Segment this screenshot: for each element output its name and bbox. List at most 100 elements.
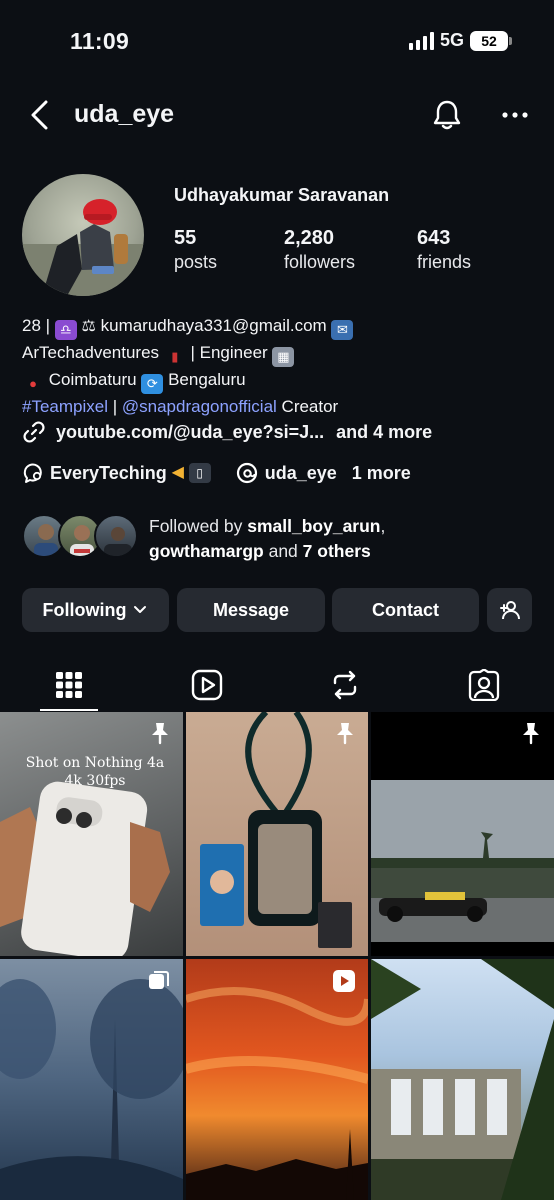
pin-emoji-icon: ●: [29, 376, 37, 391]
bio-profession: | Engineer: [190, 343, 268, 362]
posts-label: posts: [174, 252, 218, 272]
username-title: uda_eye: [74, 100, 175, 128]
post-photo: [0, 781, 170, 956]
tab-tagged[interactable]: [461, 662, 507, 708]
threads-chip[interactable]: uda_eye: [265, 463, 337, 484]
post-tile[interactable]: [371, 712, 554, 956]
bio-line-2: ArTechadventures ▮ | Engineer ▦: [22, 340, 542, 367]
office-building-emoji-icon: ▦: [272, 347, 295, 367]
post-photo: [371, 959, 554, 1200]
status-time: 11:09: [70, 28, 130, 54]
followers-count: 2,280: [284, 227, 335, 249]
post-tile[interactable]: [186, 712, 368, 956]
person-emoji-icon: ▮: [171, 349, 179, 364]
bio-line-4: #Teampixel | @snapdragonofficial Creator: [22, 394, 542, 420]
followed-by-text: Followed by small_boy_arun, gowthamargp …: [149, 514, 385, 564]
post-tile[interactable]: Shot on Nothing 4a 4k 30fps: [0, 712, 183, 956]
external-links[interactable]: youtube.com/@uda_eye?si=J... and 4 more: [22, 420, 432, 444]
community-chat-icon: [23, 463, 42, 483]
suggest-people-button[interactable]: [487, 588, 532, 632]
libra-emoji-icon: ♎: [54, 320, 77, 340]
following-button[interactable]: Following: [22, 588, 169, 632]
more-chips[interactable]: 1 more: [352, 463, 411, 484]
bio-age: 28 |: [22, 316, 51, 335]
followed-by-and: and: [263, 541, 303, 561]
message-button[interactable]: Message: [177, 588, 325, 632]
repeat-emoji-icon: ⟳: [141, 374, 164, 394]
friends-label: friends: [417, 252, 472, 272]
contact-button[interactable]: Contact: [332, 588, 479, 632]
profile-full-name: Udhayakumar Saravanan: [174, 185, 390, 205]
tab-reels[interactable]: [184, 662, 230, 708]
friends-count: 643: [417, 227, 451, 249]
add-person-icon: [499, 601, 520, 620]
message-label: Message: [212, 599, 290, 620]
chevron-down-icon: [134, 606, 147, 613]
status-indicators: 5G 52: [408, 30, 512, 51]
followers-label: followers: [284, 252, 356, 272]
followed-by-separator: ,: [380, 516, 386, 536]
bio-creator: Creator: [276, 397, 339, 416]
more-links[interactable]: and 4 more: [336, 422, 432, 443]
posts-count: 55: [174, 227, 197, 249]
tab-grid[interactable]: [46, 662, 92, 708]
grid-icon: [56, 672, 82, 698]
post-tile[interactable]: [0, 959, 183, 1200]
bio-location-to: Bengaluru: [168, 370, 246, 389]
friends-stat[interactable]: 643 friends: [417, 226, 471, 274]
post-tile[interactable]: [371, 959, 554, 1200]
profile-chips: EveryTeching ◀ ▯ uda_eye 1 more: [22, 461, 411, 485]
post-photo: [186, 987, 368, 1200]
mutual-avatar: [94, 514, 138, 558]
followed-by-prefix: Followed by: [149, 516, 248, 536]
pinned-icon: [337, 723, 353, 745]
primary-link[interactable]: youtube.com/@uda_eye?si=J...: [56, 422, 324, 443]
profile-bio: 28 | ♎ ⚖ kumarudhaya331@gmail.com ✉ ArTe…: [22, 313, 542, 420]
mention-link[interactable]: @snapdragonofficial: [122, 397, 277, 416]
tagged-icon: [468, 669, 500, 701]
pinned-icon: [152, 723, 168, 745]
post-photo: [200, 712, 352, 948]
back-arrow-icon[interactable]: [28, 98, 52, 132]
following-label: Following: [42, 599, 127, 620]
post-photo: [0, 979, 183, 1200]
bio-email[interactable]: kumarudhaya331@gmail.com: [101, 316, 327, 335]
pinned-icon: [523, 723, 539, 745]
community-chip[interactable]: EveryTeching: [50, 463, 167, 484]
signal-icon: [408, 31, 434, 50]
more-options-icon[interactable]: [500, 100, 530, 130]
bio-separator: |: [108, 397, 122, 416]
reel-icon: [333, 970, 355, 992]
bell-icon[interactable]: [430, 98, 464, 132]
hashtag-link[interactable]: #Teampixel: [22, 397, 108, 416]
mutual-user-link[interactable]: small_boy_arun: [247, 516, 380, 536]
posts-stat[interactable]: 55 posts: [174, 226, 217, 274]
profile-header: uda_eye: [0, 90, 554, 140]
scales-emoji-icon: ⚖: [81, 318, 96, 335]
profile-avatar[interactable]: [22, 174, 144, 296]
carousel-icon: [149, 971, 169, 989]
followers-stat[interactable]: 2,280 followers: [284, 226, 355, 274]
phone-emoji-icon: ▯: [188, 463, 211, 483]
posts-grid: Shot on Nothing 4a 4k 30fps: [0, 712, 554, 1200]
tab-reposts[interactable]: [322, 662, 368, 708]
post-tile[interactable]: [186, 959, 368, 1200]
reels-icon: [191, 669, 223, 701]
active-tab-indicator: [40, 709, 98, 711]
mutual-followers[interactable]: Followed by small_boy_arun, gowthamargp …: [22, 512, 542, 564]
mutual-user-link[interactable]: gowthamargp: [149, 541, 264, 561]
bio-line-1: 28 | ♎ ⚖ kumarudhaya331@gmail.com ✉: [22, 313, 542, 340]
bio-location-from: Coimbaturu: [48, 370, 137, 389]
bio-line-3: ● Coimbaturu ⟳ Bengaluru: [22, 367, 542, 394]
mailbox-emoji-icon: ✉: [331, 320, 354, 340]
bio-brand: ArTechadventures: [22, 343, 160, 362]
network-type: 5G: [439, 30, 464, 50]
post-photo: [371, 780, 554, 942]
mutual-others-link[interactable]: 7 others: [303, 541, 371, 561]
megaphone-emoji-icon: ◀: [171, 464, 184, 481]
repost-icon: [333, 670, 357, 700]
status-bar: 11:09 5G 52: [0, 0, 554, 84]
content-tabs: [0, 658, 554, 712]
contact-label: Contact: [372, 599, 439, 620]
threads-icon: [236, 462, 257, 484]
